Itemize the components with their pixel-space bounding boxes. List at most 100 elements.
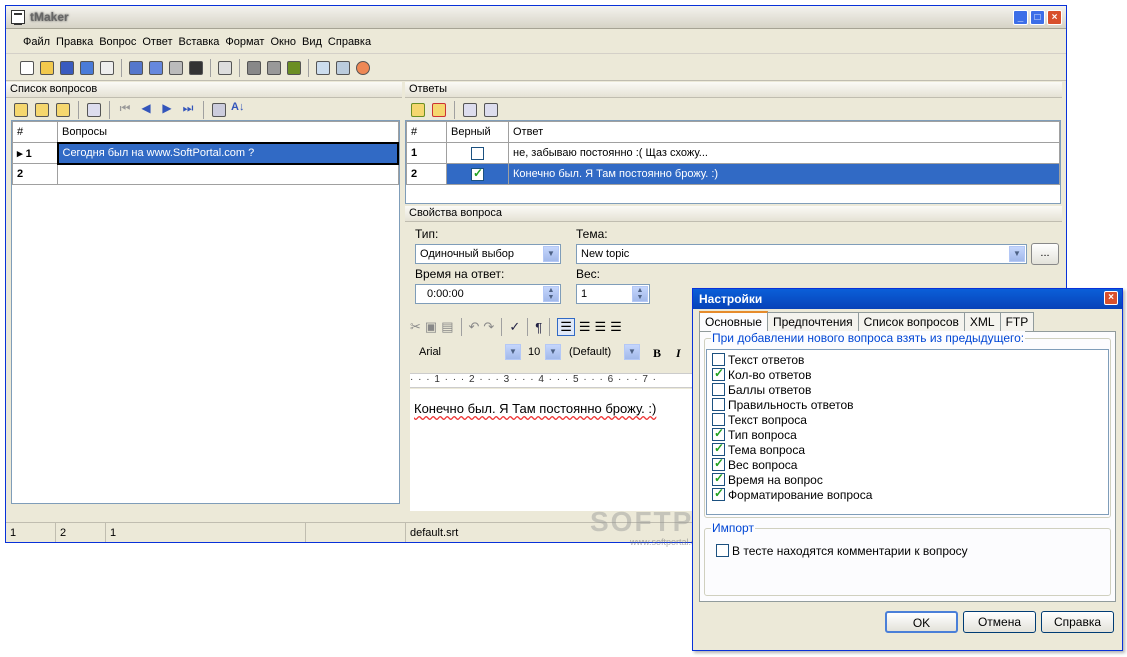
- paste-icon[interactable]: ▤: [441, 319, 453, 335]
- menu-view[interactable]: Вид: [299, 36, 325, 48]
- weight-spinner[interactable]: 1 ▲ ▼: [576, 284, 650, 304]
- menu-insert[interactable]: Вставка: [175, 36, 222, 48]
- table-row[interactable]: ▸ 1 Сегодня был на www.SoftPortal.com ?: [12, 141, 399, 165]
- size-select[interactable]: 10 ▼: [524, 343, 562, 363]
- bold-button[interactable]: B: [653, 346, 661, 361]
- col-correct[interactable]: Верный: [446, 121, 509, 143]
- chevron-down-icon[interactable]: ▼: [543, 246, 559, 262]
- option-checkbox[interactable]: [712, 486, 725, 501]
- add-answer-icon[interactable]: [409, 101, 427, 119]
- menu-format[interactable]: Формат: [222, 36, 267, 48]
- close-icon[interactable]: ×: [1104, 291, 1118, 305]
- import-comments-checkbox[interactable]: [716, 544, 729, 557]
- topic-browse-button[interactable]: ...: [1031, 243, 1059, 265]
- properties-icon[interactable]: [216, 59, 234, 77]
- sort-icon[interactable]: A↓: [231, 101, 249, 119]
- menu-help[interactable]: Справка: [325, 36, 374, 48]
- format-answer-icon[interactable]: [461, 101, 479, 119]
- table-row[interactable]: 1 не, забываю постоянно :( Щаз схожу...: [406, 142, 1060, 164]
- format-answer2-icon[interactable]: [482, 101, 500, 119]
- copy-option-item[interactable]: Текст ответов: [707, 352, 1108, 367]
- menu-answer[interactable]: Ответ: [139, 36, 175, 48]
- table-row[interactable]: 2 Конечно был. Я Там постоянно брожу. :): [406, 163, 1060, 185]
- chevron-down-icon[interactable]: ▼: [624, 344, 640, 360]
- paste-icon[interactable]: [147, 59, 165, 77]
- print-icon[interactable]: [167, 59, 185, 77]
- option-checkbox[interactable]: [712, 398, 725, 411]
- delete-answer-icon[interactable]: [430, 101, 448, 119]
- type-select[interactable]: Одиночный выбор ▼: [415, 244, 561, 264]
- menu-question[interactable]: Вопрос: [96, 36, 139, 48]
- run-icon[interactable]: [285, 59, 303, 77]
- option-checkbox[interactable]: [712, 353, 725, 366]
- list-icon[interactable]: [314, 59, 332, 77]
- copy-option-item[interactable]: Текст вопроса: [707, 412, 1108, 427]
- topic-select[interactable]: New topic ▼: [576, 244, 1027, 264]
- copy-question-icon[interactable]: [210, 101, 228, 119]
- ruler[interactable]: · · · 1 · · · 2 · · · 3 · · · 4 · · · 5 …: [410, 373, 700, 388]
- option-checkbox[interactable]: [712, 413, 725, 426]
- cancel-button[interactable]: Отмена: [963, 611, 1036, 633]
- copy-icon[interactable]: [127, 59, 145, 77]
- italic-button[interactable]: I: [676, 346, 681, 361]
- next-icon[interactable]: ▶: [158, 101, 176, 119]
- align-right-icon[interactable]: ☰: [595, 319, 607, 335]
- copy-option-item[interactable]: Правильность ответов: [707, 397, 1108, 412]
- last-icon[interactable]: ⏭: [179, 101, 197, 119]
- menu-file[interactable]: Файл: [20, 36, 53, 48]
- format-icon[interactable]: [85, 101, 103, 119]
- tab-general[interactable]: Основные: [699, 311, 768, 332]
- copy-option-item[interactable]: Форматирование вопроса: [707, 486, 1108, 502]
- question-editor[interactable]: Конечно был. Я Там постоянно брожу. :): [410, 389, 700, 511]
- font-select[interactable]: Arial ▼: [415, 343, 522, 363]
- justify-icon[interactable]: ☰: [610, 319, 622, 335]
- col-num[interactable]: #: [12, 121, 58, 143]
- option-checkbox[interactable]: [712, 366, 725, 381]
- copy-option-item[interactable]: Вес вопроса: [707, 456, 1108, 472]
- replace-icon[interactable]: [265, 59, 283, 77]
- import-comments-option[interactable]: В тесте находятся комментарии к вопросу: [711, 543, 968, 558]
- tab-preferences[interactable]: Предпочтения: [766, 312, 859, 331]
- new-icon[interactable]: [18, 59, 36, 77]
- copy-option-item[interactable]: Тип вопроса: [707, 426, 1108, 442]
- grid-icon[interactable]: [334, 59, 352, 77]
- table-row[interactable]: 2: [12, 163, 399, 185]
- tab-ftp[interactable]: FTP: [999, 312, 1035, 331]
- option-checkbox[interactable]: [712, 426, 725, 441]
- minimize-button[interactable]: _: [1013, 10, 1028, 25]
- correct-checkbox[interactable]: [471, 146, 484, 160]
- time-spinner[interactable]: 0:00:00 ▲ ▼: [415, 284, 561, 304]
- close-button[interactable]: ×: [1047, 10, 1062, 25]
- copy-option-item[interactable]: Время на вопрос: [707, 471, 1108, 487]
- style-select[interactable]: (Default) ▼: [565, 343, 641, 363]
- col-num[interactable]: #: [406, 121, 447, 143]
- save-as-icon[interactable]: [78, 59, 96, 77]
- first-icon[interactable]: ⏮: [116, 101, 134, 119]
- chevron-down-icon[interactable]: ▼: [505, 344, 521, 360]
- copy-icon[interactable]: ▣: [425, 319, 437, 335]
- undo-icon[interactable]: ↶: [469, 319, 480, 335]
- menu-window[interactable]: Окно: [267, 36, 299, 48]
- option-checkbox[interactable]: [712, 456, 725, 471]
- col-questions[interactable]: Вопросы: [57, 121, 399, 143]
- find-icon[interactable]: [245, 59, 263, 77]
- cut-icon[interactable]: ✂: [410, 319, 421, 335]
- spellcheck-icon[interactable]: ✓: [509, 319, 520, 335]
- align-left-icon[interactable]: ☰: [557, 318, 575, 336]
- paragraph-icon[interactable]: ¶: [535, 320, 542, 335]
- help-button[interactable]: Справка: [1041, 611, 1114, 633]
- option-checkbox[interactable]: [712, 383, 725, 396]
- option-checkbox[interactable]: [712, 441, 725, 456]
- copy-option-item[interactable]: Тема вопроса: [707, 441, 1108, 457]
- prev-icon[interactable]: ◀: [137, 101, 155, 119]
- delete-question-icon[interactable]: [54, 101, 72, 119]
- maximize-button[interactable]: □: [1030, 10, 1045, 25]
- copy-option-item[interactable]: Баллы ответов: [707, 382, 1108, 397]
- chevron-down-icon[interactable]: ▼: [545, 344, 561, 360]
- insert-question-icon[interactable]: [33, 101, 51, 119]
- menu-edit[interactable]: Правка: [53, 36, 96, 48]
- export-icon[interactable]: [98, 59, 116, 77]
- align-center-icon[interactable]: ☰: [579, 319, 591, 335]
- tab-question-list[interactable]: Список вопросов: [857, 312, 965, 331]
- open-icon[interactable]: [38, 59, 56, 77]
